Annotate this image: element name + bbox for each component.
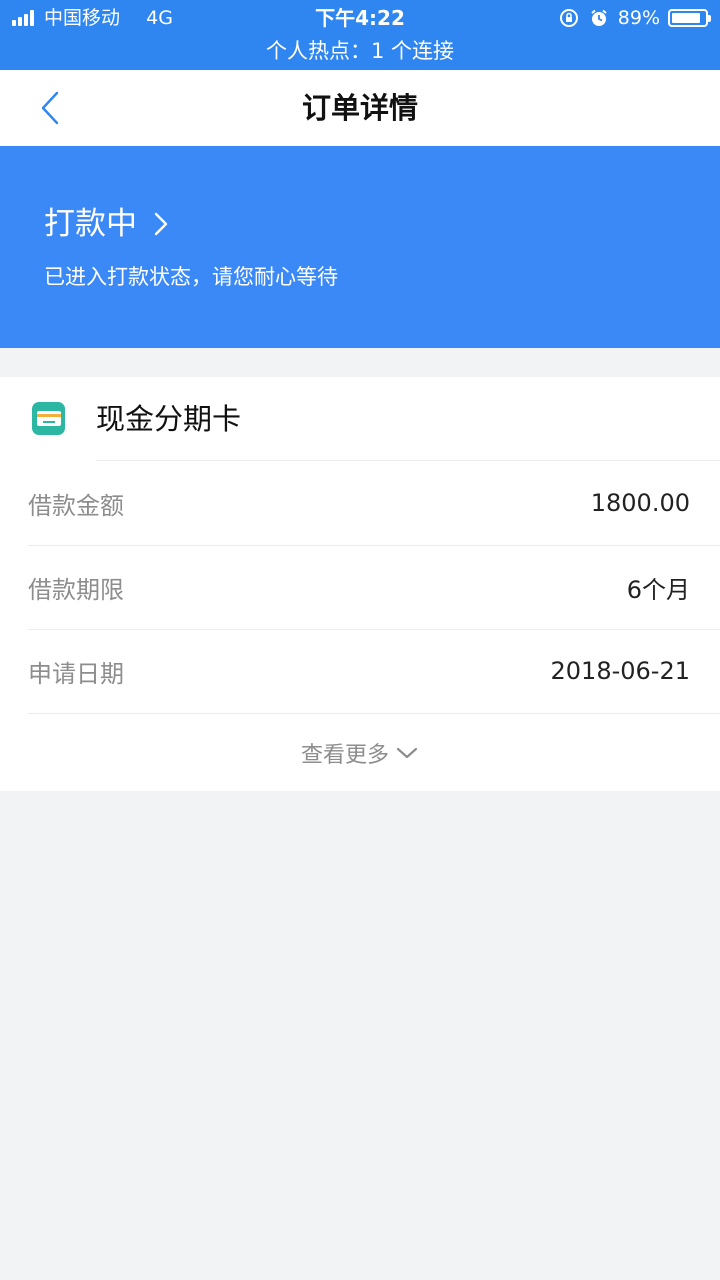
detail-row-term: 借款期限 6个月 — [28, 545, 690, 629]
detail-row-date: 申请日期 2018-06-21 — [28, 629, 690, 713]
loan-detail-card: 现金分期卡 借款金额 1800.00 借款期限 6个月 申请日期 2018-06… — [0, 377, 720, 791]
card-icon — [32, 402, 65, 435]
hotspot-banner[interactable]: 个人热点：1 个连接 — [0, 36, 720, 66]
card-title: 现金分期卡 — [96, 402, 242, 436]
chevron-right-icon — [154, 212, 168, 236]
rotation-lock-icon — [558, 7, 580, 29]
detail-label: 借款金额 — [28, 491, 124, 520]
card-header: 现金分期卡 — [0, 377, 720, 461]
detail-label: 借款期限 — [28, 575, 124, 604]
order-status-link[interactable]: 打款中 — [44, 204, 169, 244]
status-bar: 中国移动 4G 下午4:22 89% 个人热点：1 个连接 — [0, 0, 720, 70]
order-status-banner: 打款中 已进入打款状态，请您耐心等待 — [0, 146, 720, 348]
alarm-icon — [588, 7, 610, 29]
battery-level — [672, 13, 700, 23]
detail-value: 6个月 — [626, 575, 690, 604]
detail-row-amount: 借款金额 1800.00 — [28, 461, 690, 545]
chevron-down-icon — [396, 747, 418, 758]
status-bar-row: 中国移动 4G 下午4:22 89% — [0, 0, 720, 36]
battery-icon — [668, 9, 711, 27]
nav-bar: 订单详情 — [0, 70, 720, 146]
detail-value: 2018-06-21 — [550, 657, 690, 685]
page-title: 订单详情 — [301, 91, 418, 125]
view-more-label: 查看更多 — [300, 742, 389, 768]
view-more-button[interactable]: 查看更多 — [0, 714, 720, 791]
detail-value: 1800.00 — [590, 489, 690, 517]
detail-label: 申请日期 — [28, 659, 124, 688]
status-right: 89% — [558, 6, 711, 30]
battery-percent: 89% — [617, 7, 660, 29]
order-status-message: 已进入打款状态，请您耐心等待 — [44, 265, 338, 289]
order-status-text: 打款中 — [44, 206, 137, 242]
